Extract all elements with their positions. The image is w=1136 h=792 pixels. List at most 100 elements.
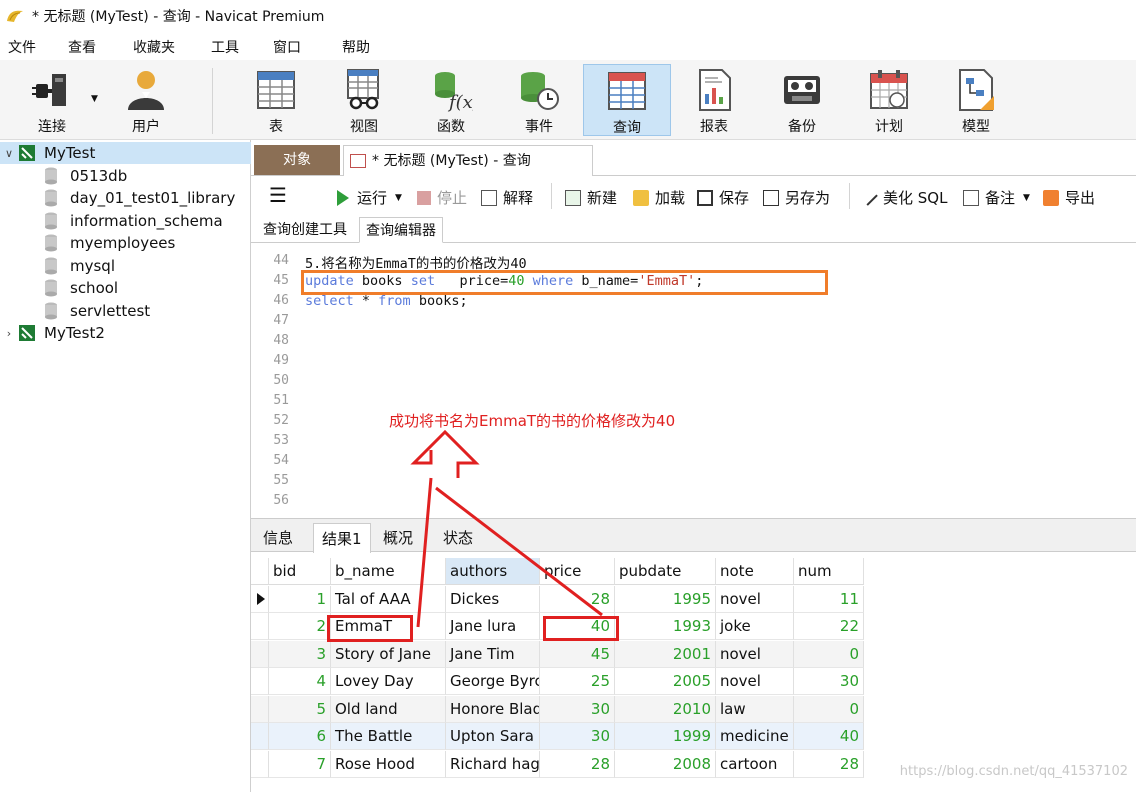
cell-bid[interactable]: 3 [269,640,331,668]
comment-button[interactable]: 备注 ▼ [963,187,1030,208]
new-button[interactable]: 新建 [565,187,617,208]
cell-price[interactable]: 28 [540,750,615,778]
schedule-button[interactable]: 计划 [845,64,933,136]
stop-button[interactable]: 停止 [417,187,467,208]
explain-button[interactable]: 解释 [481,187,533,208]
cell-bid[interactable]: 6 [269,723,331,750]
current-row-indicator-icon[interactable] [251,585,269,613]
tab-status[interactable]: 状态 [435,523,481,553]
cell-authors[interactable]: Richard hag [446,750,540,778]
cell-pubdate[interactable]: 2010 [615,695,716,723]
cell-price[interactable]: 45 [540,640,615,668]
save-button[interactable]: 保存 [697,187,749,208]
menu-help[interactable]: 帮助 [342,37,370,57]
cell-bid[interactable]: 5 [269,695,331,723]
cell-num[interactable]: 0 [794,695,864,723]
table-row[interactable]: 5 Old land Honore Blad 30 2010 law 0 [251,695,864,723]
tab-query-editor[interactable]: 查询编辑器 [359,217,443,243]
view-button[interactable]: 视图 [320,64,408,136]
row-marker[interactable] [251,695,269,723]
run-dropdown-icon[interactable]: ▼ [395,193,402,203]
cell-note[interactable]: novel [716,668,794,695]
menu-favorites[interactable]: 收藏夹 [133,37,175,57]
cell-bid[interactable]: 7 [269,750,331,778]
comment-dropdown-icon[interactable]: ▼ [1023,193,1030,203]
tree-connection-mytest[interactable]: ∨ MyTest [0,142,251,164]
connect-dropdown-icon[interactable]: ▼ [91,94,98,104]
cell-note[interactable]: law [716,695,794,723]
function-button[interactable]: f(x) 函数 [407,64,495,136]
cell-note[interactable]: novel [716,585,794,613]
cell-price[interactable]: 25 [540,668,615,695]
sql-editor[interactable]: 44 45 46 47 48 49 50 51 52 53 54 55 56 5… [251,243,1136,518]
cell-pubdate[interactable]: 1995 [615,585,716,613]
table-row[interactable]: 1 Tal of AAA Dickes 28 1995 novel 11 [251,585,864,613]
tab-result1[interactable]: 结果1 [313,523,371,553]
run-button[interactable]: 运行 ▼ [337,187,402,208]
row-marker[interactable] [251,640,269,668]
table-row[interactable]: 4 Lovey Day George Byrc 25 2005 novel 30 [251,668,864,695]
tree-db-myemployees[interactable]: myemployees [0,232,251,254]
cell-num[interactable]: 0 [794,640,864,668]
tab-objects[interactable]: 对象 [254,145,340,175]
cell-authors[interactable]: Jane Tim [446,640,540,668]
table-button[interactable]: 表 [232,64,320,136]
menu-file[interactable]: 文件 [8,37,36,57]
cell-num[interactable]: 30 [794,668,864,695]
menu-icon[interactable]: ☰ [269,183,287,207]
column-header-b-name[interactable]: b_name [331,558,446,585]
cell-bid[interactable]: 4 [269,668,331,695]
tab-info[interactable]: 信息 [255,523,301,553]
tree-db-school[interactable]: school [0,277,251,299]
cell-num[interactable]: 40 [794,723,864,750]
tree-db-servlettest[interactable]: servlettest [0,300,251,322]
table-row[interactable]: 7 Rose Hood Richard hag 28 2008 cartoon 28 [251,750,864,778]
cell-num[interactable]: 22 [794,613,864,640]
report-button[interactable]: 报表 [670,64,758,136]
export-button[interactable]: 导出 [1043,187,1095,208]
cell-authors[interactable]: George Byrc [446,668,540,695]
cell-num[interactable]: 11 [794,585,864,613]
row-marker[interactable] [251,723,269,750]
cell-note[interactable]: cartoon [716,750,794,778]
model-button[interactable]: 模型 [932,64,1020,136]
cell-b-name[interactable]: The Battle [331,723,446,750]
menu-tools[interactable]: 工具 [211,37,239,57]
tab-query[interactable]: * 无标题 (MyTest) - 查询 [343,145,593,176]
menu-window[interactable]: 窗口 [273,37,301,57]
cell-note[interactable]: joke [716,613,794,640]
result-grid[interactable]: bid b_name authors price pubdate note num 1 Tal … [251,556,1136,792]
cell-pubdate[interactable]: 2001 [615,640,716,668]
cell-b-name[interactable]: Old land [331,695,446,723]
row-marker[interactable] [251,668,269,695]
column-header-authors[interactable]: authors [446,558,540,585]
event-button[interactable]: 事件 [495,64,583,136]
row-marker[interactable] [251,613,269,640]
save-as-button[interactable]: 另存为 [763,187,830,208]
column-header-price[interactable]: price [540,558,615,585]
cell-b-name[interactable]: Story of Jane [331,640,446,668]
cell-b-name[interactable]: Tal of AAA [331,585,446,613]
user-button[interactable]: 用户 [102,64,190,136]
backup-button[interactable]: 备份 [758,64,846,136]
cell-authors[interactable]: Jane lura [446,613,540,640]
cell-pubdate[interactable]: 2008 [615,750,716,778]
cell-pubdate[interactable]: 1993 [615,613,716,640]
tree-db-information-schema[interactable]: information_schema [0,210,251,232]
table-row[interactable]: 6 The Battle Upton Sara 30 1999 medicine 40 [251,723,864,750]
tab-query-builder[interactable]: 查询创建工具 [257,217,353,243]
tree-connection-mytest2[interactable]: › MyTest2 [0,322,251,344]
cell-price[interactable]: 30 [540,695,615,723]
cell-authors[interactable]: Upton Sara [446,723,540,750]
menu-view[interactable]: 查看 [68,37,96,57]
cell-authors[interactable]: Honore Blad [446,695,540,723]
row-marker[interactable] [251,750,269,778]
cell-b-name[interactable]: Lovey Day [331,668,446,695]
cell-price[interactable]: 28 [540,585,615,613]
cell-b-name[interactable]: Rose Hood [331,750,446,778]
cell-num[interactable]: 28 [794,750,864,778]
chevron-down-icon[interactable]: ∨ [0,147,18,160]
column-header-bid[interactable]: bid [269,558,331,585]
load-button[interactable]: 加载 [633,187,685,208]
connect-button[interactable]: 连接 [8,64,96,136]
